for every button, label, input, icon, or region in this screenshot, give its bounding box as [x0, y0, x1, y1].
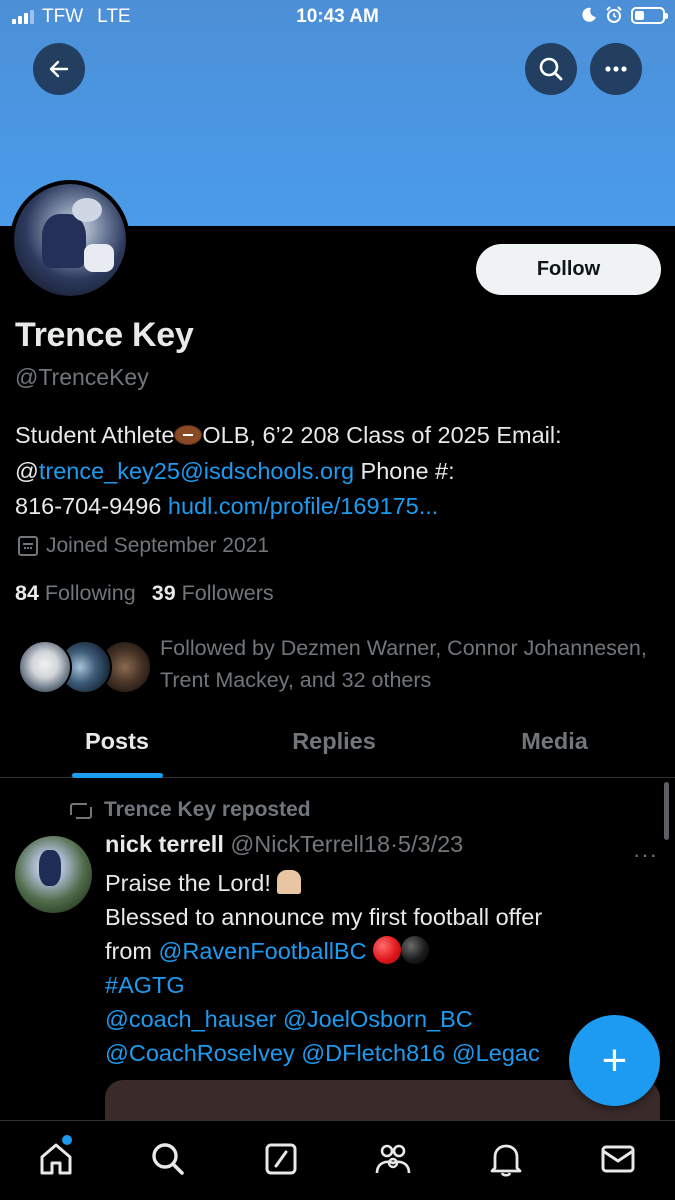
- alarm-icon: [606, 6, 622, 23]
- post-line-1: Praise the Lord!: [105, 870, 271, 896]
- follow-stats: 84 Following 39 Followers: [15, 581, 274, 606]
- home-icon: [40, 1143, 72, 1175]
- profile-name: Trence Key: [15, 316, 194, 354]
- bottom-navigation: [0, 1120, 675, 1200]
- nav-messages[interactable]: [598, 1139, 638, 1179]
- red-circle-emoji-icon: [373, 936, 402, 964]
- post-line-2: Blessed to announce my first football of…: [105, 904, 543, 930]
- status-right: [581, 6, 668, 24]
- avatar-image: [14, 184, 126, 296]
- more-icon: [605, 66, 627, 72]
- followers-count: 39: [151, 581, 176, 605]
- mention-ravenfootballbc[interactable]: @RavenFootballBC: [159, 938, 367, 964]
- calendar-icon: [18, 536, 38, 556]
- profile-avatar[interactable]: [10, 180, 130, 300]
- post-separator: ·: [390, 831, 398, 857]
- scrollbar[interactable]: [664, 782, 669, 840]
- hashtag-agtg[interactable]: #AGTG: [105, 968, 665, 1002]
- bio-text-2: OLB, 6’2 208 Class of 2025 Email:: [202, 422, 562, 448]
- status-time: 10:43 AM: [296, 6, 379, 27]
- repost-label: Trence Key reposted: [104, 798, 311, 821]
- envelope-icon: [601, 1145, 635, 1173]
- bio-phone: 816-704-9496: [15, 493, 162, 519]
- post-author-avatar[interactable]: [15, 836, 92, 913]
- search-button[interactable]: [525, 43, 577, 95]
- post-line-3-prefix: from: [105, 938, 159, 964]
- post-header: nick terrell @NickTerrell18·5/3/23: [105, 831, 463, 858]
- black-circle-emoji-icon: [401, 936, 430, 964]
- followers-link[interactable]: 39 Followers: [152, 581, 274, 606]
- follower-avatar: [18, 640, 72, 694]
- active-tab-indicator: [72, 773, 163, 778]
- following-count: 84: [15, 581, 39, 605]
- followed-by-avatars[interactable]: [18, 640, 152, 696]
- tab-posts[interactable]: Posts: [0, 728, 234, 755]
- notification-dot: [62, 1135, 72, 1145]
- joined-date: Joined September 2021: [18, 534, 269, 558]
- nav-notifications[interactable]: [486, 1139, 526, 1179]
- more-options-button[interactable]: [590, 43, 642, 95]
- back-arrow-icon: [49, 60, 69, 78]
- bell-icon: [490, 1144, 522, 1177]
- repost-indicator: Trence Key reposted: [68, 798, 311, 822]
- bio-email-link[interactable]: trence_key25@isdschools.org: [39, 458, 354, 484]
- follow-button[interactable]: Follow: [476, 244, 661, 295]
- profile-tabs: Posts Replies Media: [0, 720, 675, 778]
- compose-post-button[interactable]: +: [569, 1015, 660, 1106]
- bio-url-link[interactable]: hudl.com/profile/169175...: [168, 493, 438, 519]
- battery-icon: [631, 6, 668, 24]
- tab-media[interactable]: Media: [434, 728, 675, 755]
- football-emoji-icon: [174, 425, 203, 445]
- post-author-handle: @NickTerrell18: [230, 831, 391, 857]
- repost-icon: [68, 798, 92, 822]
- do-not-disturb-icon: [582, 7, 596, 22]
- profile-bio: Student Athlete OLB, 6’2 208 Class of 202…: [15, 418, 665, 525]
- following-link[interactable]: 84 Following: [15, 581, 136, 606]
- nav-grok[interactable]: [261, 1139, 301, 1179]
- post-date: 5/3/23: [397, 831, 464, 857]
- slash-box-icon: [265, 1143, 297, 1175]
- following-label: Following: [44, 581, 136, 605]
- search-icon: [152, 1143, 184, 1175]
- post-more-icon[interactable]: ···: [633, 842, 658, 868]
- nav-home[interactable]: [36, 1139, 76, 1179]
- communities-icon: [375, 1144, 411, 1174]
- post-author-name[interactable]: nick terrell: [105, 831, 224, 857]
- joined-text: Joined September 2021: [46, 534, 269, 557]
- nav-search[interactable]: [148, 1139, 188, 1179]
- followed-by-text[interactable]: Followed by Dezmen Warner, Connor Johann…: [160, 632, 660, 696]
- profile-handle: @TrenceKey: [15, 364, 149, 390]
- bio-text-1: Student Athlete: [15, 422, 175, 448]
- nav-communities[interactable]: [373, 1139, 413, 1179]
- bio-at-sign: @: [15, 457, 39, 484]
- followers-label: Followers: [181, 581, 274, 605]
- praying-hands-emoji-icon: [277, 870, 302, 894]
- bio-phone-label: Phone #:: [354, 457, 455, 484]
- search-icon: [539, 57, 563, 81]
- back-button[interactable]: [33, 43, 85, 95]
- status-bar: TFW LTE 10:43 AM: [0, 0, 675, 36]
- tab-replies[interactable]: Replies: [234, 728, 434, 755]
